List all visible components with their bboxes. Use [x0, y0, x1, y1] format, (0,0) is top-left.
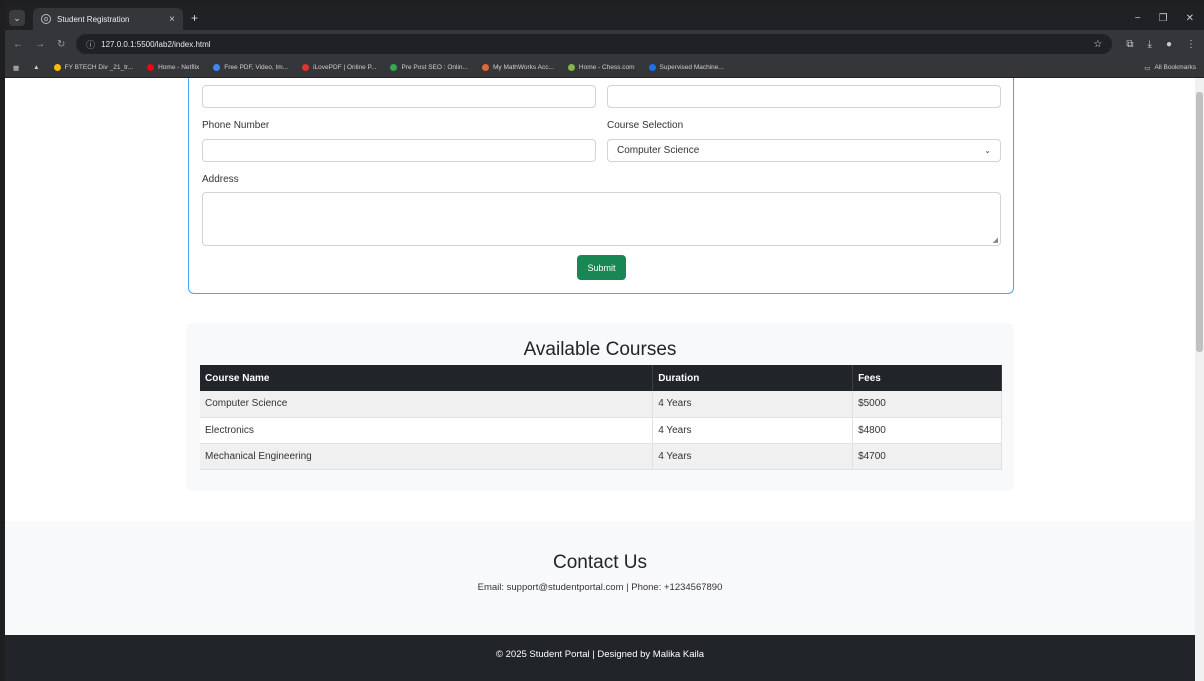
- contact-title: Contact Us: [553, 552, 647, 573]
- download-icon[interactable]: ⤓: [1148, 39, 1152, 50]
- bookmark-favicon-icon: [147, 64, 155, 71]
- course-selected-value: Computer Science: [617, 145, 700, 156]
- back-icon[interactable]: ←: [13, 39, 23, 50]
- bookmark-item[interactable]: iLovePDF | Online P...: [302, 64, 376, 71]
- minimize-icon[interactable]: −: [1135, 13, 1141, 24]
- table-header-row: Course Name Duration Fees: [200, 365, 1002, 391]
- extensions-icon[interactable]: ⧉: [1126, 39, 1133, 50]
- bookmark-label: Home - Netflix: [158, 64, 200, 71]
- bookmark-favicon-icon: [481, 64, 489, 71]
- phone-label: Phone Number: [202, 120, 270, 131]
- bookmark-favicon-icon: [302, 64, 310, 71]
- tab-student-registration[interactable]: ⊙ Student Registration ×: [33, 8, 183, 30]
- bookmark-label: FY BTECH Div _21_tr...: [64, 64, 134, 71]
- courses-title: Available Courses: [523, 339, 677, 360]
- page-footer: © 2025 Student Portal | Designed by Mali…: [5, 635, 1195, 681]
- cell-course-name: Electronics: [200, 417, 654, 444]
- bookmark-item[interactable]: My MathWorks Acc...: [481, 64, 554, 71]
- bookmark-label: My MathWorks Acc...: [492, 64, 554, 71]
- site-info-icon[interactable]: ⓘ: [86, 38, 95, 51]
- bookmark-favicon-icon: [567, 64, 575, 71]
- cell-duration: 4 Years: [652, 443, 854, 470]
- scrollbar-thumb[interactable]: [1196, 92, 1203, 352]
- registration-form: Phone Number Course Selection Computer S…: [188, 78, 1014, 294]
- contact-info: Email: support@studentportal.com | Phone…: [477, 582, 723, 593]
- contact-section: Contact Us Email: support@studentportal.…: [5, 521, 1195, 635]
- drive-icon[interactable]: ▲: [33, 64, 39, 71]
- cell-fees: $4800: [852, 417, 1002, 444]
- page-scrollbar[interactable]: [1195, 78, 1204, 681]
- table-row: Mechanical Engineering 4 Years $4700: [200, 443, 1002, 470]
- phone-input[interactable]: [202, 139, 596, 162]
- header-duration: Duration: [652, 365, 854, 391]
- cell-course-name: Computer Science: [200, 391, 654, 418]
- apps-grid-icon[interactable]: ▦: [13, 64, 19, 72]
- bookmark-item[interactable]: Home - Netflix: [147, 64, 199, 71]
- folder-icon: ▭: [1144, 64, 1151, 72]
- bookmark-item[interactable]: Home - Chess.com: [567, 64, 635, 71]
- courses-table: Course Name Duration Fees Computer Scien…: [200, 365, 1002, 470]
- bookmark-label: Supervised Machine...: [659, 64, 724, 71]
- profile-avatar-icon[interactable]: ●: [1166, 39, 1172, 50]
- browser-window: ⌄ ⊙ Student Registration × + − ❐ ✕ ← → ↻…: [0, 0, 1204, 681]
- cell-fees: $4700: [852, 443, 1002, 470]
- url-text: 127.0.0.1:5500/lab2/index.html: [101, 39, 211, 49]
- bookmark-star-icon[interactable]: ☆: [1093, 39, 1102, 50]
- tab-search-icon[interactable]: ⌄: [9, 10, 25, 26]
- resize-handle-icon[interactable]: ◢: [993, 236, 998, 244]
- bookmark-label: Free PDF, Video, Im...: [224, 64, 289, 71]
- bookmark-item[interactable]: FY BTECH Div _21_tr...: [53, 64, 134, 71]
- table-row: Computer Science 4 Years $5000: [200, 391, 1002, 418]
- forward-icon[interactable]: →: [35, 39, 45, 50]
- bookmark-item[interactable]: Pre Post SEO : Onlin...: [390, 64, 468, 71]
- cell-fees: $5000: [852, 391, 1002, 418]
- first-field-input[interactable]: [202, 85, 596, 108]
- table-row: Electronics 4 Years $4800: [200, 417, 1002, 444]
- restore-icon[interactable]: ❐: [1159, 13, 1168, 24]
- close-tab-icon[interactable]: ×: [169, 14, 175, 25]
- course-select[interactable]: Computer Science ⌄: [607, 139, 1001, 162]
- cell-duration: 4 Years: [652, 417, 854, 444]
- url-input[interactable]: ⓘ 127.0.0.1:5500/lab2/index.html ☆: [76, 34, 1113, 54]
- all-bookmarks[interactable]: ▭ All Bookmarks: [1144, 64, 1196, 72]
- page-viewport: Phone Number Course Selection Computer S…: [5, 78, 1195, 681]
- chevron-down-icon: ⌄: [984, 146, 991, 155]
- course-label: Course Selection: [607, 120, 684, 131]
- courses-section: Available Courses Course Name Duration F…: [186, 323, 1014, 491]
- address-textarea[interactable]: ◢: [202, 192, 1001, 246]
- second-field-input[interactable]: [607, 85, 1001, 108]
- close-window-icon[interactable]: ✕: [1186, 13, 1194, 24]
- header-course-name: Course Name: [200, 365, 654, 391]
- cell-duration: 4 Years: [652, 391, 854, 418]
- bookmark-favicon-icon: [53, 64, 61, 71]
- toolbar-actions: ⧉ ⤓ ● ⋮: [1126, 39, 1196, 50]
- tab-strip: ⌄ ⊙ Student Registration × + − ❐ ✕: [5, 6, 1204, 30]
- reload-icon[interactable]: ↻: [57, 39, 65, 50]
- all-bookmarks-label: All Bookmarks: [1154, 64, 1196, 71]
- nav-buttons: ← → ↻: [13, 39, 76, 50]
- bookmark-item[interactable]: Supervised Machine...: [648, 64, 724, 71]
- bookmark-item[interactable]: Free PDF, Video, Im...: [213, 64, 288, 71]
- bookmark-label: Pre Post SEO : Onlin...: [401, 64, 468, 71]
- header-fees: Fees: [852, 365, 1002, 391]
- bookmark-label: iLovePDF | Online P...: [313, 64, 377, 71]
- footer-text: © 2025 Student Portal | Designed by Mali…: [495, 649, 705, 660]
- new-tab-icon[interactable]: +: [191, 11, 198, 25]
- address-bar: ← → ↻ ⓘ 127.0.0.1:5500/lab2/index.html ☆…: [5, 30, 1204, 58]
- bookmark-favicon-icon: [648, 64, 656, 71]
- cell-course-name: Mechanical Engineering: [200, 443, 654, 470]
- window-controls: − ❐ ✕: [1135, 13, 1204, 24]
- submit-button[interactable]: Submit: [577, 255, 626, 280]
- bookmark-favicon-icon: [390, 64, 398, 71]
- bookmarks-bar: ▦ ▲ FY BTECH Div _21_tr... Home - Netfli…: [5, 58, 1204, 78]
- tab-title: Student Registration: [57, 14, 130, 24]
- menu-kebab-icon[interactable]: ⋮: [1186, 39, 1196, 50]
- bookmark-favicon-icon: [213, 64, 221, 71]
- bookmark-label: Home - Chess.com: [578, 64, 635, 71]
- globe-icon: ⊙: [41, 14, 51, 24]
- address-label: Address: [202, 174, 239, 185]
